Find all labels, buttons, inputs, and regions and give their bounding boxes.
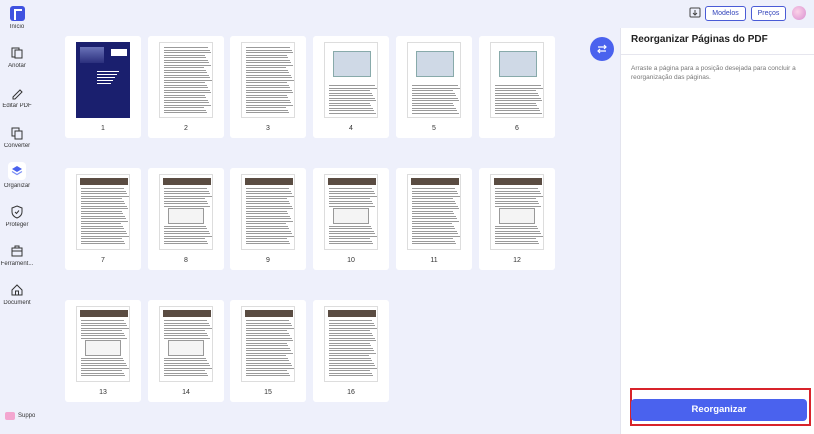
sidebar-item-edit-pdf[interactable]: Editar PDF	[0, 86, 34, 118]
support-chat-icon	[5, 412, 15, 420]
swap-arrows-icon	[597, 44, 607, 54]
support-button[interactable]: Support	[5, 410, 39, 422]
edit-pen-icon	[12, 89, 23, 100]
page-preview	[76, 174, 130, 250]
page-preview	[490, 42, 544, 118]
shield-icon	[11, 205, 23, 219]
page-thumbnail[interactable]: 5	[396, 36, 472, 138]
sidebar-item-document[interactable]: Document	[0, 283, 34, 315]
page-thumbnail[interactable]: 7	[65, 168, 141, 270]
page-number: 6	[515, 125, 519, 132]
page-thumbnail[interactable]: 13	[65, 300, 141, 402]
page-preview	[324, 174, 378, 250]
document-home-icon	[11, 284, 23, 296]
sidebar-item-label: Proteger	[5, 222, 29, 228]
page-thumbnail[interactable]: 9	[230, 168, 306, 270]
panel-title: Reorganizar Páginas do PDF	[631, 34, 768, 45]
sidebar-item-label: Início	[9, 24, 25, 30]
page-preview	[407, 174, 461, 250]
page-number: 8	[184, 257, 188, 264]
sidebar-item-label: Organizar	[3, 183, 31, 189]
page-thumbnail[interactable]: 15	[230, 300, 306, 402]
page-preview	[324, 306, 378, 382]
page-thumbnail[interactable]: 10	[313, 168, 389, 270]
pages-grid: 1 2 3 4 5 6 7 8 9 10 11 12 13 14 15 16	[35, 28, 619, 434]
page-thumbnail[interactable]: 3	[230, 36, 306, 138]
page-preview	[76, 306, 130, 382]
annotate-icon	[11, 47, 23, 59]
models-button[interactable]: Modelos	[705, 6, 746, 21]
page-number: 3	[266, 125, 270, 132]
page-preview	[241, 42, 295, 118]
page-number: 1	[101, 125, 105, 132]
sidebar-item-label: Converter	[3, 143, 31, 149]
reorganize-button[interactable]: Reorganizar	[631, 399, 807, 421]
page-thumbnail[interactable]: 16	[313, 300, 389, 402]
convert-icon	[11, 127, 23, 140]
page-preview	[76, 42, 130, 118]
page-number: 10	[347, 257, 355, 264]
sidebar-item-home[interactable]: Início	[0, 6, 34, 38]
page-thumbnail[interactable]: 1	[65, 36, 141, 138]
page-thumbnail[interactable]: 12	[479, 168, 555, 270]
sidebar-item-protect[interactable]: Proteger	[0, 205, 34, 237]
page-preview	[159, 42, 213, 118]
page-preview	[407, 42, 461, 118]
page-preview	[159, 306, 213, 382]
page-thumbnail[interactable]: 14	[148, 300, 224, 402]
sidebar-item-tools[interactable]: Ferrament...	[0, 244, 34, 276]
swap-pages-button[interactable]	[590, 37, 614, 61]
divider	[621, 54, 814, 55]
sidebar-item-annotate[interactable]: Anotar	[0, 46, 34, 78]
page-number: 12	[513, 257, 521, 264]
home-icon	[9, 6, 25, 21]
page-number: 16	[347, 389, 355, 396]
page-number: 9	[266, 257, 270, 264]
sidebar-item-label: Editar PDF	[2, 103, 32, 109]
sidebar-item-organize[interactable]: Organizar	[0, 162, 34, 194]
page-number: 11	[430, 257, 438, 264]
reorganize-panel: Reorganizar Páginas do PDF Arraste a pág…	[620, 28, 814, 434]
page-preview	[159, 174, 213, 250]
panel-description: Arraste a página para a posição desejada…	[631, 65, 796, 81]
page-number: 14	[182, 389, 190, 396]
page-number: 7	[101, 257, 105, 264]
page-number: 15	[264, 389, 272, 396]
page-preview	[241, 174, 295, 250]
page-number: 13	[99, 389, 107, 396]
page-thumbnail[interactable]: 8	[148, 168, 224, 270]
sidebar-item-label: Document	[3, 300, 31, 306]
page-number: 5	[432, 125, 436, 132]
sidebar: Início Anotar Editar PDF Converter Organ…	[0, 0, 39, 434]
page-thumbnail[interactable]: 11	[396, 168, 472, 270]
page-thumbnail[interactable]: 4	[313, 36, 389, 138]
organize-layers-icon	[11, 166, 23, 176]
page-preview	[490, 174, 544, 250]
prices-button[interactable]: Preços	[751, 6, 786, 21]
page-thumbnail[interactable]: 6	[479, 36, 555, 138]
page-number: 4	[349, 125, 353, 132]
sidebar-item-label: Ferrament...	[0, 261, 34, 267]
avatar[interactable]	[792, 6, 806, 20]
toolbox-icon	[11, 245, 23, 257]
top-bar: Modelos Preços	[0, 0, 814, 28]
page-preview	[241, 306, 295, 382]
sidebar-item-label: Anotar	[8, 63, 26, 69]
page-thumbnail[interactable]: 2	[148, 36, 224, 138]
sidebar-item-convert[interactable]: Converter	[0, 126, 34, 158]
page-preview	[324, 42, 378, 118]
download-icon[interactable]	[688, 6, 702, 20]
page-number: 2	[184, 125, 188, 132]
